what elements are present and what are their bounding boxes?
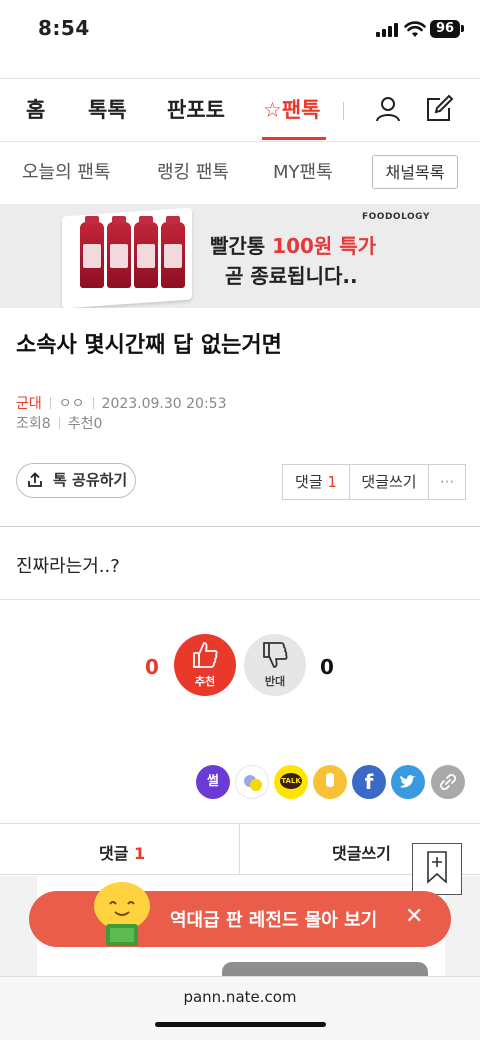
subnav-today[interactable]: 오늘의 팬톡 bbox=[22, 160, 111, 186]
tab-write-comment[interactable]: 댓글쓰기 bbox=[332, 840, 391, 864]
post-title: 소속사 몇시간째 답 없는거면 bbox=[16, 333, 282, 358]
bottle-image bbox=[80, 216, 104, 288]
battery-icon: 96 bbox=[430, 20, 460, 38]
banner-headline: 빨간통 100원 특가 bbox=[210, 230, 376, 259]
downvote-label: 반대 bbox=[264, 675, 286, 688]
downvote-count: 0 bbox=[320, 655, 334, 679]
comments-count: 1 bbox=[327, 473, 337, 491]
upvote-label: 추천 bbox=[194, 675, 216, 688]
divider bbox=[0, 599, 480, 600]
subnav-ranking[interactable]: 랭킹 팬톡 bbox=[157, 160, 229, 186]
nav-toktok[interactable]: 톡톡 bbox=[88, 92, 127, 132]
twitter-icon[interactable] bbox=[391, 765, 425, 799]
post-action-group: 댓글 1 댓글쓰기 ··· bbox=[282, 464, 466, 500]
comment-tab-bar bbox=[0, 823, 480, 875]
post-datetime: 2023.09.30 20:53 bbox=[101, 396, 227, 412]
twitter-bird-glyph bbox=[400, 775, 416, 788]
status-bar: 8:54 96 bbox=[0, 0, 480, 60]
nav-fantalk-label: 팬톡 bbox=[281, 98, 321, 122]
status-time: 8:54 bbox=[38, 16, 90, 40]
talk-share-button[interactable]: 톡 공유하기 bbox=[16, 463, 136, 498]
recommend-label: 추천 bbox=[67, 416, 94, 432]
kakaostory-icon[interactable] bbox=[313, 765, 347, 799]
banner-highlight: 100원 특가 bbox=[272, 234, 377, 258]
upvote-count: 0 bbox=[145, 655, 159, 679]
home-indicator bbox=[155, 1022, 326, 1027]
talk-share-label: 톡 공유하기 bbox=[53, 471, 128, 489]
share-icon bbox=[28, 472, 42, 487]
banner-brand: FOODOLOGY bbox=[362, 212, 430, 222]
divider bbox=[0, 526, 480, 527]
banner-subline: 곧 종료됩니다.. bbox=[225, 264, 358, 288]
comments-button[interactable]: 댓글 1 bbox=[283, 465, 350, 499]
browser-url-bar[interactable] bbox=[0, 976, 480, 1040]
bookmark-add-icon bbox=[427, 851, 447, 884]
tab-divider bbox=[239, 824, 240, 874]
views-count: 8 bbox=[41, 416, 51, 432]
band-glyph bbox=[244, 775, 262, 791]
thumbs-down-icon bbox=[263, 642, 288, 668]
nav-pannphoto[interactable]: 판포토 bbox=[167, 92, 225, 132]
wifi-icon bbox=[404, 21, 426, 37]
subnav-my[interactable]: MY팬톡 bbox=[273, 160, 333, 186]
kakaotalk-icon[interactable]: TALK bbox=[274, 765, 308, 799]
facebook-icon[interactable]: f bbox=[352, 765, 386, 799]
user-icon[interactable] bbox=[375, 96, 401, 122]
close-icon[interactable]: ✕ bbox=[405, 904, 423, 929]
url-text[interactable]: pann.nate.com bbox=[0, 988, 480, 1006]
kakaostory-glyph bbox=[326, 773, 334, 787]
post-body: 진짜라는거..? bbox=[16, 556, 120, 577]
tab-comments[interactable]: 댓글 1 bbox=[99, 840, 145, 864]
banner-headline-prefix: 빨간통 bbox=[210, 234, 273, 258]
nav-separator bbox=[343, 102, 344, 120]
active-tab-indicator bbox=[262, 137, 326, 140]
downvote-button[interactable]: 반대 bbox=[244, 634, 306, 696]
recommend-count: 0 bbox=[93, 416, 103, 432]
toast-text: 역대급 판 레전드 몰아 보기 bbox=[170, 910, 378, 931]
post-meta: 군대 ㅇㅇ 2023.09.30 20:53 bbox=[16, 393, 227, 413]
bottle-image bbox=[161, 216, 185, 288]
divider bbox=[0, 78, 480, 79]
ad-banner[interactable]: FOODOLOGY 빨간통 100원 특가 곧 종료됩니다.. bbox=[0, 204, 480, 308]
views-label: 조회 bbox=[16, 416, 42, 432]
star-icon: ☆ bbox=[263, 98, 282, 122]
ssul-icon[interactable]: 썰 bbox=[196, 765, 230, 799]
post-author: ㅇㅇ bbox=[58, 396, 85, 412]
cellular-signal-icon bbox=[376, 23, 398, 37]
battery-tip bbox=[461, 25, 464, 32]
nav-fantalk[interactable]: ☆팬톡 bbox=[263, 92, 320, 132]
channel-list-button[interactable]: 채널목록 bbox=[372, 155, 458, 189]
bottle-image bbox=[134, 216, 158, 288]
post-stats: 조회8 추천0 bbox=[16, 413, 102, 433]
nav-home[interactable]: 홈 bbox=[26, 92, 45, 132]
write-comment-button[interactable]: 댓글쓰기 bbox=[350, 465, 429, 499]
comments-label: 댓글 bbox=[295, 473, 323, 491]
post-category[interactable]: 군대 bbox=[16, 396, 42, 412]
chain-glyph bbox=[440, 774, 456, 790]
upvote-button[interactable]: 추천 bbox=[174, 634, 236, 696]
write-icon[interactable] bbox=[424, 94, 454, 124]
mascot-icon bbox=[94, 882, 150, 946]
thumbs-up-icon bbox=[193, 642, 218, 668]
bottle-image bbox=[107, 216, 131, 288]
tab-comments-count: 1 bbox=[134, 844, 146, 863]
link-icon[interactable] bbox=[431, 765, 465, 799]
kakaotalk-label: TALK bbox=[280, 773, 302, 789]
divider bbox=[0, 141, 480, 142]
bookmark-button[interactable] bbox=[412, 843, 462, 895]
more-button[interactable]: ··· bbox=[429, 465, 465, 499]
tab-comments-label: 댓글 bbox=[99, 844, 129, 863]
band-icon[interactable] bbox=[235, 765, 269, 799]
